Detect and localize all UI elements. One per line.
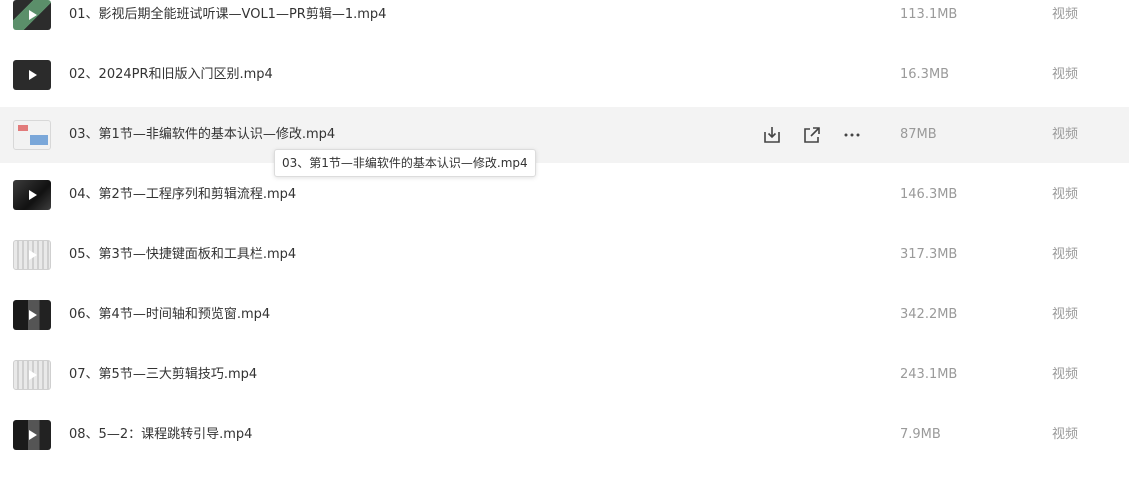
file-row[interactable]: 04、第2节—工程序列和剪辑流程.mp4 146.3MB 视频 [0, 167, 1129, 223]
file-size: 16.3MB [900, 67, 950, 82]
file-row-hovered[interactable]: 03、第1节—非编软件的基本认识—修改.mp4 87MB 视频 [0, 107, 1129, 163]
file-type: 视频 [1052, 7, 1079, 22]
file-row[interactable]: 06、第4节—时间轴和预览窗.mp4 342.2MB 视频 [0, 287, 1129, 343]
file-list: 01、影视后期全能班试听课—VOL1—PR剪辑—1.mp4 113.1MB 视频… [0, 0, 1129, 477]
download-icon[interactable] [760, 123, 784, 147]
play-icon [29, 370, 37, 380]
file-name[interactable]: 02、2024PR和旧版入门区别.mp4 [69, 47, 273, 103]
file-row[interactable]: 07、第5节—三大剪辑技巧.mp4 243.1MB 视频 [0, 347, 1129, 403]
file-type: 视频 [1052, 127, 1079, 142]
file-name[interactable]: 06、第4节—时间轴和预览窗.mp4 [69, 287, 270, 343]
video-thumbnail [13, 180, 51, 210]
file-size: 87MB [900, 127, 937, 142]
file-type: 视频 [1052, 247, 1079, 262]
video-thumbnail [13, 120, 51, 150]
file-size: 146.3MB [900, 187, 958, 202]
play-icon [29, 430, 37, 440]
file-name[interactable]: 07、第5节—三大剪辑技巧.mp4 [69, 347, 257, 403]
play-icon [29, 310, 37, 320]
filename-tooltip: 03、第1节—非编软件的基本认识—修改.mp4 [274, 149, 536, 177]
file-type: 视频 [1052, 367, 1079, 382]
video-thumbnail [13, 360, 51, 390]
file-size: 113.1MB [900, 7, 958, 22]
file-type: 视频 [1052, 427, 1079, 442]
video-thumbnail [13, 420, 51, 450]
play-icon [29, 70, 37, 80]
video-thumbnail [13, 0, 51, 30]
file-type: 视频 [1052, 187, 1079, 202]
file-type: 视频 [1052, 307, 1079, 322]
file-name[interactable]: 04、第2节—工程序列和剪辑流程.mp4 [69, 167, 296, 223]
share-icon[interactable] [800, 123, 824, 147]
file-row[interactable]: 05、第3节—快捷键面板和工具栏.mp4 317.3MB 视频 [0, 227, 1129, 283]
video-thumbnail [13, 240, 51, 270]
file-row[interactable]: 01、影视后期全能班试听课—VOL1—PR剪辑—1.mp4 113.1MB 视频 [0, 0, 1129, 43]
file-row[interactable]: 02、2024PR和旧版入门区别.mp4 16.3MB 视频 [0, 47, 1129, 103]
file-type: 视频 [1052, 67, 1079, 82]
file-name[interactable]: 08、5—2：课程跳转引导.mp4 [69, 407, 252, 463]
play-icon [29, 190, 37, 200]
video-thumbnail [13, 300, 51, 330]
more-icon[interactable] [840, 123, 864, 147]
file-size: 7.9MB [900, 427, 941, 442]
file-name[interactable]: 05、第3节—快捷键面板和工具栏.mp4 [69, 227, 296, 283]
play-icon [29, 10, 37, 20]
file-name[interactable]: 01、影视后期全能班试听课—VOL1—PR剪辑—1.mp4 [69, 0, 386, 43]
file-size: 342.2MB [900, 307, 958, 322]
play-icon [29, 250, 37, 260]
video-thumbnail [13, 60, 51, 90]
file-row[interactable]: 08、5—2：课程跳转引导.mp4 7.9MB 视频 [0, 407, 1129, 463]
file-size: 243.1MB [900, 367, 958, 382]
file-size: 317.3MB [900, 247, 958, 262]
